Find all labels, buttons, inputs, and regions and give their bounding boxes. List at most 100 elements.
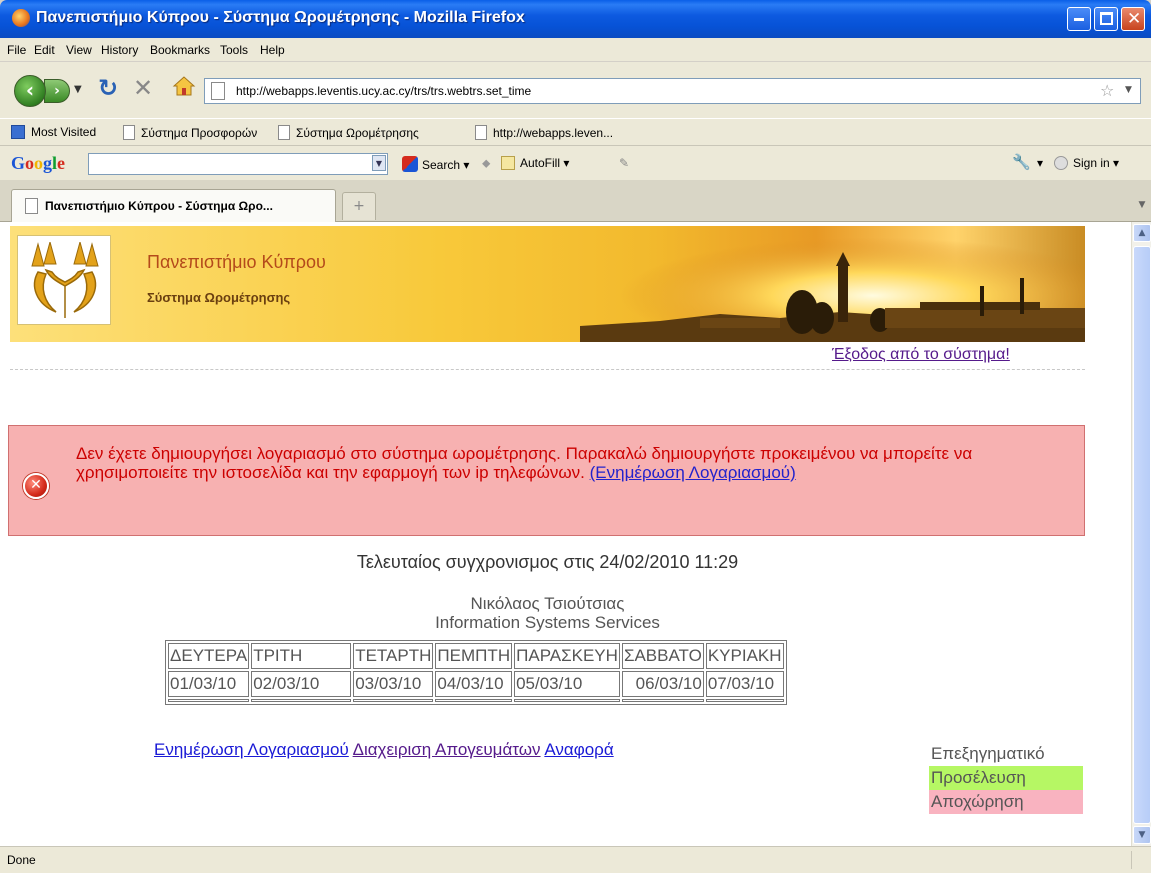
date-cell[interactable]: 07/03/10 (705, 671, 784, 697)
stop-icon[interactable]: ✕ (133, 74, 153, 102)
signin-icon (1054, 156, 1068, 170)
legend-arrival: Προσέλευση (929, 766, 1083, 790)
url-bar[interactable]: http://webapps.leventis.ucy.ac.cy/trs/tr… (204, 78, 1141, 104)
tab-timesheet[interactable]: Πανεπιστήμιο Κύπρου - Σύστημα Ωρο... (11, 189, 336, 222)
signin-button[interactable]: Sign in ▾ (1054, 156, 1119, 170)
page-icon (123, 125, 135, 140)
minimize-button[interactable] (1067, 7, 1091, 31)
new-tab-button[interactable]: + (342, 192, 376, 220)
history-dropdown-icon[interactable]: ▼ (74, 84, 82, 95)
toolbar-separator-icon: ⬥ (482, 156, 491, 170)
scroll-down-icon[interactable]: ▼ (1133, 826, 1151, 844)
date-cell[interactable]: 04/03/10 (435, 671, 513, 697)
google-g-icon (402, 156, 418, 172)
vertical-scrollbar[interactable]: ▲ ▼ (1131, 222, 1151, 846)
separator-line (10, 369, 1085, 370)
page-icon (278, 125, 290, 140)
day-tuesday: ΤΡΙΤΗ (251, 643, 352, 669)
menu-help[interactable]: Help (260, 43, 285, 57)
empty-cell (435, 699, 513, 702)
resize-grip-icon[interactable] (1131, 851, 1149, 869)
window-title-bar[interactable]: Πανεπιστήμιο Κύπρου - Σύστημα Ωρομέτρηση… (0, 0, 1151, 38)
wrench-icon[interactable]: 🔧 (1012, 153, 1031, 171)
most-visited-icon (11, 125, 25, 139)
error-message-box: ✕ Δεν έχετε δημιουργήσει λογαριασμό στο … (8, 425, 1085, 536)
bookmark-most-visited[interactable]: Most Visited (11, 125, 96, 139)
bookmark-star-icon[interactable]: ☆ (1100, 81, 1114, 100)
empty-cell (251, 699, 352, 702)
university-logo (17, 235, 111, 325)
google-search-dropdown-icon[interactable]: ▼ (372, 155, 386, 171)
campus-scene-image (580, 226, 1085, 342)
empty-cell (168, 699, 250, 702)
pencil-icon[interactable]: ✎ (619, 156, 629, 170)
url-dropdown-icon[interactable]: ▼ (1125, 85, 1132, 95)
reload-icon[interactable]: ↻ (98, 74, 118, 102)
autofill-button[interactable]: AutoFill ▾ (501, 156, 569, 170)
bookmark-offers[interactable]: Σύστημα Προσφορών (123, 125, 257, 140)
empty-cell (514, 699, 620, 702)
day-header-row: ΔΕΥΤΕΡΑ ΤΡΙΤΗ ΤΕΤΑΡΤΗ ΠΕΜΠΤΗ ΠΑΡΑΣΚΕΥΗ Σ… (168, 643, 784, 669)
back-button[interactable]: ‹ (14, 75, 46, 107)
update-account-link-inline[interactable]: (Ενημέρωση Λογαριασμού) (590, 463, 796, 482)
google-search-input[interactable] (88, 153, 388, 175)
week-table: ΔΕΥΤΕΡΑ ΤΡΙΤΗ ΤΕΤΑΡΤΗ ΠΕΜΠΤΗ ΠΑΡΑΣΚΕΥΗ Σ… (165, 640, 787, 705)
forward-button[interactable]: › (44, 79, 70, 103)
error-message: Δεν έχετε δημιουργήσει λογαριασμό στο σύ… (76, 444, 973, 482)
scroll-thumb[interactable] (1133, 246, 1151, 824)
date-cell[interactable]: 06/03/10 (621, 671, 704, 697)
page-icon (475, 125, 487, 140)
status-text: Done (7, 853, 36, 867)
navigation-toolbar: › ‹ ▼ ↻ ✕ http://webapps.leventis.ucy.ac… (0, 62, 1151, 118)
home-icon[interactable] (172, 74, 196, 98)
google-search-button[interactable]: Search ▾ (402, 156, 469, 172)
status-bar: Done (0, 846, 1151, 873)
day-friday: ΠΑΡΑΣΚΕΥΗ (514, 643, 620, 669)
bookmark-webapps[interactable]: http://webapps.leven... (475, 125, 613, 140)
google-toolbar: Google ▼ Search ▾ ⬥ AutoFill ▾ ✎ 🔧 ▾ Sig… (0, 146, 1151, 180)
maximize-icon (1100, 12, 1113, 25)
url-text[interactable]: http://webapps.leventis.ucy.ac.cy/trs/tr… (236, 84, 531, 98)
logout-link[interactable]: Έξοδος από το σύστημα! (832, 346, 1010, 364)
update-account-link[interactable]: Ενημέρωση Λογαριασμού (154, 740, 349, 759)
day-wednesday: ΤΕΤΑΡΤΗ (353, 643, 434, 669)
day-saturday: ΣΑΒΒΑΤΟ (621, 643, 704, 669)
page-content: Πανεπιστήμιο Κύπρου Σύστημα Ωρομέτρησης … (0, 222, 1131, 846)
empty-cell (621, 699, 704, 702)
close-button[interactable]: ✕ (1121, 7, 1145, 31)
maximize-button[interactable] (1094, 7, 1118, 31)
report-link[interactable]: Αναφορά (544, 740, 613, 759)
menu-view[interactable]: View (66, 43, 92, 57)
date-cell[interactable]: 03/03/10 (353, 671, 434, 697)
date-cell[interactable]: 05/03/10 (514, 671, 620, 697)
legend: Επεξηγηματικό Προσέλευση Αποχώρηση (929, 742, 1083, 814)
menu-file[interactable]: File (7, 43, 26, 57)
day-monday: ΔΕΥΤΕΡΑ (168, 643, 250, 669)
date-cell[interactable]: 02/03/10 (251, 671, 352, 697)
firefox-icon (12, 9, 30, 27)
menu-tools[interactable]: Tools (220, 43, 248, 57)
day-sunday: ΚΥΡΙΑΚΗ (705, 643, 784, 669)
person-name: Νικόλαος Τσιούτσιας (470, 594, 625, 613)
manage-afternoons-link[interactable]: Διαχειριση Απογευμάτων (353, 740, 541, 759)
menu-history[interactable]: History (101, 43, 138, 57)
header-banner: Πανεπιστήμιο Κύπρου Σύστημα Ωρομέτρησης (10, 226, 1085, 342)
tree-logo-icon (31, 242, 99, 318)
scroll-up-icon[interactable]: ▲ (1133, 224, 1151, 242)
university-name: Πανεπιστήμιο Κύπρου (147, 252, 326, 272)
tab-strip: Πανεπιστήμιο Κύπρου - Σύστημα Ωρο... + ▼ (0, 180, 1151, 222)
legend-title: Επεξηγηματικό (931, 744, 1045, 763)
bookmark-timesheet[interactable]: Σύστημα Ωρομέτρησης (278, 125, 419, 140)
person-info: Νικόλαος Τσιούτσιας Information Systems … (0, 594, 1095, 632)
error-icon: ✕ (23, 473, 49, 499)
wrench-dropdown-icon[interactable]: ▾ (1037, 156, 1043, 170)
page-icon (25, 198, 38, 214)
date-cell[interactable]: 01/03/10 (168, 671, 250, 697)
menu-bar: File Edit View History Bookmarks Tools H… (0, 38, 1151, 62)
page-icon (211, 82, 225, 100)
google-logo[interactable]: Google (11, 153, 65, 174)
menu-bookmarks[interactable]: Bookmarks (150, 43, 210, 57)
tab-list-dropdown-icon[interactable]: ▼ (1134, 190, 1150, 220)
menu-edit[interactable]: Edit (34, 43, 55, 57)
legend-departure: Αποχώρηση (929, 790, 1083, 814)
